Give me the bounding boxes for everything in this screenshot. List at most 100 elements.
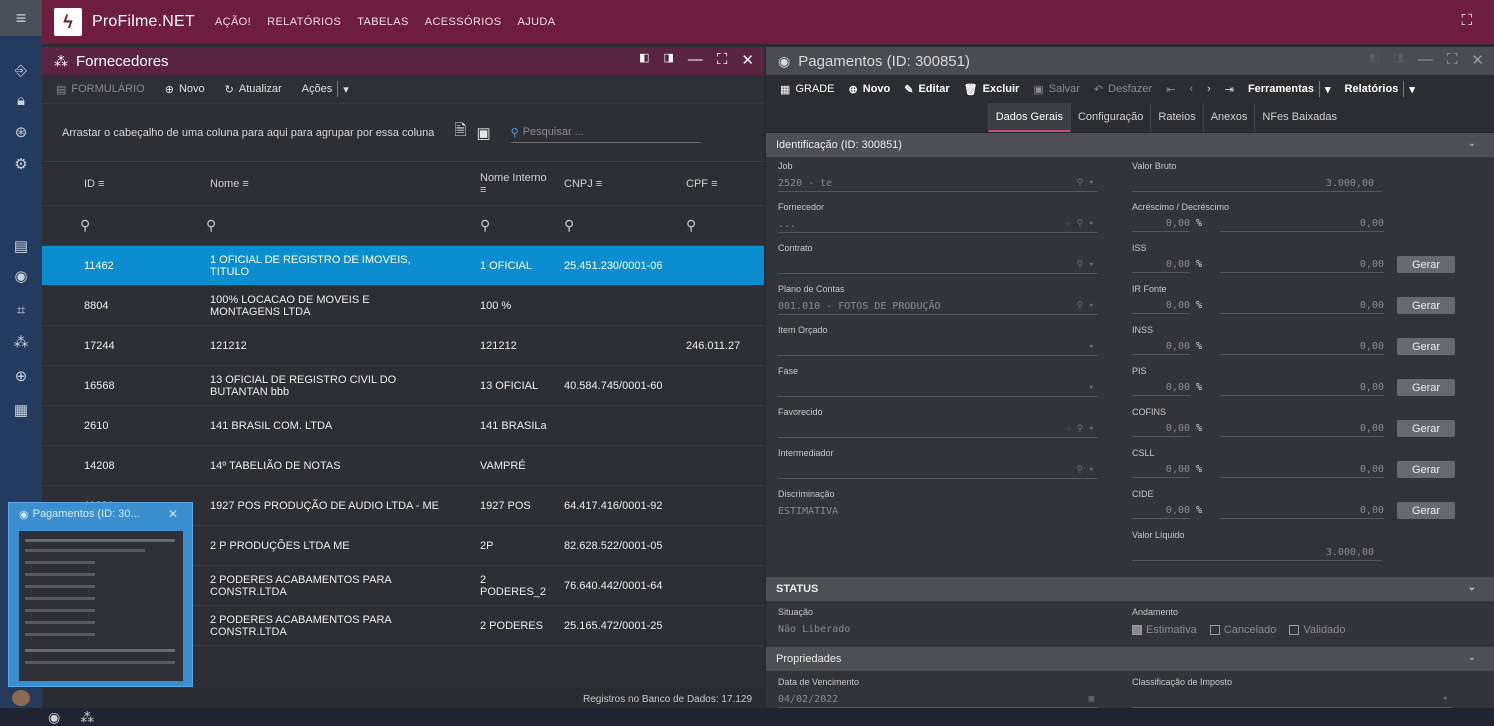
relatorios-button[interactable]: Relatórios ▾	[1345, 81, 1415, 97]
field-input[interactable]: 2520 - te ⚲ ▾	[778, 176, 1098, 192]
tax-amount[interactable]: 0,00	[1220, 382, 1384, 396]
chevron-down-icon[interactable]: ⌄	[1468, 582, 1476, 593]
field-lookup-icon[interactable]: ⚲ ▾	[1077, 465, 1094, 475]
tax-amount[interactable]: 0,00	[1220, 300, 1384, 314]
chevron-down-icon[interactable]: ⌄	[1468, 652, 1476, 663]
field-lookup-icon[interactable]: ▾	[1089, 383, 1094, 393]
tax-amount[interactable]: 0,00	[1220, 505, 1384, 519]
section-propriedades[interactable]: Propriedades ⌄	[766, 647, 1494, 671]
atualizar-button[interactable]: ↻ Atualizar	[225, 83, 282, 96]
minimize-icon[interactable]: —	[1418, 51, 1433, 69]
tax-amount[interactable]: 0,00	[1220, 218, 1384, 232]
excluir-button[interactable]: 🗑︎ Excluir	[964, 83, 1020, 96]
gerar-button[interactable]: Gerar	[1397, 338, 1455, 355]
dock-left-icon[interactable]: ◧	[639, 51, 649, 69]
menu-acessorios[interactable]: ACESSÓRIOS	[425, 16, 502, 28]
col-cnpj[interactable]: CNPJ ≡	[550, 178, 666, 190]
section-identificacao[interactable]: Identificação (ID: 300851) ⌄	[766, 133, 1494, 157]
field-input[interactable]: ▾	[778, 340, 1098, 356]
tab-anexos[interactable]: Anexos	[1202, 103, 1255, 132]
next-record-icon[interactable]: ›	[1207, 83, 1211, 95]
prev-record-icon[interactable]: ‹	[1189, 83, 1193, 95]
tax-amount[interactable]: 0,00	[1220, 464, 1384, 478]
field-input[interactable]: ⚲ ▾	[778, 258, 1098, 274]
payments-icon[interactable]: ◉	[48, 709, 60, 726]
tax-amount[interactable]: 0,00	[1220, 423, 1384, 437]
table-row[interactable]: 8804 100% LOCACAO DE MOVEIS E MONTAGENS L…	[42, 286, 764, 326]
field-lookup-icon[interactable]: ⚲ ▾	[1077, 178, 1094, 188]
last-record-icon[interactable]: ⇥	[1225, 83, 1234, 96]
field-lookup-icon[interactable]: ⚲ ▾	[1077, 260, 1094, 270]
tab-nfes-baixadas[interactable]: NFes Baixadas	[1254, 103, 1344, 132]
gerar-button[interactable]: Gerar	[1397, 297, 1455, 314]
section-status[interactable]: STATUS ⌄	[766, 577, 1494, 601]
filter-nome-search-icon[interactable]: ⚲	[166, 217, 440, 234]
dock-right-icon[interactable]: ◨	[664, 51, 674, 69]
gerar-button[interactable]: Gerar	[1397, 461, 1455, 478]
filter-cpf-search-icon[interactable]: ⚲	[666, 217, 764, 234]
menu-tabelas[interactable]: TABELAS	[357, 16, 409, 28]
tax-percent[interactable]: 0,00%	[1132, 423, 1202, 437]
gerar-button[interactable]: Gerar	[1397, 256, 1455, 273]
table-row[interactable]: 17244 121212 121212 246.011.27	[42, 326, 764, 366]
field-input[interactable]: ... ☆ ⚲ ▾	[778, 217, 1098, 233]
ferramentas-button[interactable]: Ferramentas ▾	[1248, 81, 1331, 97]
table-row[interactable]: 11462 1 OFICIAL DE REGISTRO DE IMOVEIS, T…	[42, 246, 764, 286]
field-input[interactable]: ☆ ⚲ ▾	[778, 422, 1098, 438]
tax-percent[interactable]: 0,00%	[1132, 464, 1202, 478]
tax-percent[interactable]: 0,00%	[1132, 341, 1202, 355]
tax-percent[interactable]: 0,00%	[1132, 218, 1202, 232]
menu-icon[interactable]: ≡	[0, 0, 42, 36]
export-pdf-icon[interactable]: 🗎	[454, 120, 466, 145]
table-row[interactable]: 16568 13 OFICIAL DE REGISTRO CIVIL DO BUT…	[42, 366, 764, 406]
dock-right-icon[interactable]: ◨	[1394, 51, 1404, 69]
cancelado-checkbox[interactable]: Cancelado	[1209, 624, 1276, 636]
filter-cnpj-search-icon[interactable]: ⚲	[550, 217, 666, 234]
field-lookup-icon[interactable]: ⚲ ▾	[1077, 301, 1094, 311]
menu-relatorios[interactable]: RELATÓRIOS	[267, 16, 341, 28]
gerar-button[interactable]: Gerar	[1397, 379, 1455, 396]
contacts-icon[interactable]: ⌗	[0, 296, 42, 324]
chevron-down-icon[interactable]: ⌄	[1468, 138, 1476, 149]
maximize-icon[interactable]: ⛶	[1447, 51, 1458, 69]
menu-ajuda[interactable]: AJUDA	[517, 16, 555, 28]
field-input[interactable]: ESTIMATIVA	[778, 504, 1098, 552]
tax-percent[interactable]: 0,00%	[1132, 382, 1202, 396]
window-thumbnail[interactable]: ◉ Pagamentos (ID: 30... ✕	[8, 502, 193, 687]
tax-percent[interactable]: 0,00%	[1132, 300, 1202, 314]
close-icon[interactable]: ✕	[741, 51, 754, 69]
editar-button[interactable]: ✎ Editar	[904, 83, 949, 96]
valor-bruto-input[interactable]: 3.000,00	[1132, 176, 1382, 192]
menu-acao[interactable]: AÇÃO!	[215, 16, 251, 28]
valor-liquido-input[interactable]: 3.000,00	[1132, 545, 1382, 561]
tab-configuracao[interactable]: Configuração	[1069, 103, 1150, 132]
calendar-icon[interactable]: ▦	[1089, 694, 1094, 704]
settings-icon[interactable]: ⚙	[0, 150, 42, 178]
report-icon[interactable]: ▤	[0, 232, 42, 260]
novo-button[interactable]: ⊕ Novo	[849, 83, 891, 96]
field-input[interactable]: ▾	[778, 381, 1098, 397]
table-row[interactable]: 2610 141 BRASIL COM. LTDA 141 BRASILa	[42, 406, 764, 446]
validado-checkbox[interactable]: Validado	[1289, 624, 1345, 636]
tab-rateios[interactable]: Rateios	[1150, 103, 1202, 132]
classificacao-select[interactable]: ▾	[1132, 692, 1452, 708]
gerar-button[interactable]: Gerar	[1397, 502, 1455, 519]
first-record-icon[interactable]: ⇤	[1166, 83, 1175, 96]
dock-left-icon[interactable]: ◧	[1369, 51, 1379, 69]
field-input[interactable]: ⚲ ▾	[778, 463, 1098, 479]
avatar[interactable]	[12, 690, 30, 706]
finance-icon[interactable]: ⊕	[0, 362, 42, 390]
export-excel-icon[interactable]: ▣	[476, 124, 490, 142]
desfazer-button[interactable]: ↶ Desfazer	[1094, 83, 1152, 96]
acoes-button[interactable]: Ações ▾	[302, 81, 349, 97]
field-lookup-icon[interactable]: ☆ ⚲ ▾	[1066, 424, 1094, 434]
table-row[interactable]: 14208 14º TABELIÃO DE NOTAS VAMPRÉ	[42, 446, 764, 486]
tax-percent[interactable]: 0,00%	[1132, 505, 1202, 519]
grade-button[interactable]: ▦ GRADE	[780, 83, 835, 96]
palette-icon[interactable]: ⊛	[0, 118, 42, 146]
suppliers-icon[interactable]: ⁂	[80, 709, 94, 726]
vencimento-input[interactable]: 04/02/2022 ▦	[778, 692, 1098, 708]
payments-icon[interactable]: ◉	[0, 262, 42, 290]
field-lookup-icon[interactable]: ☆ ⚲ ▾	[1066, 219, 1094, 229]
close-icon[interactable]: ✕	[1471, 51, 1484, 69]
